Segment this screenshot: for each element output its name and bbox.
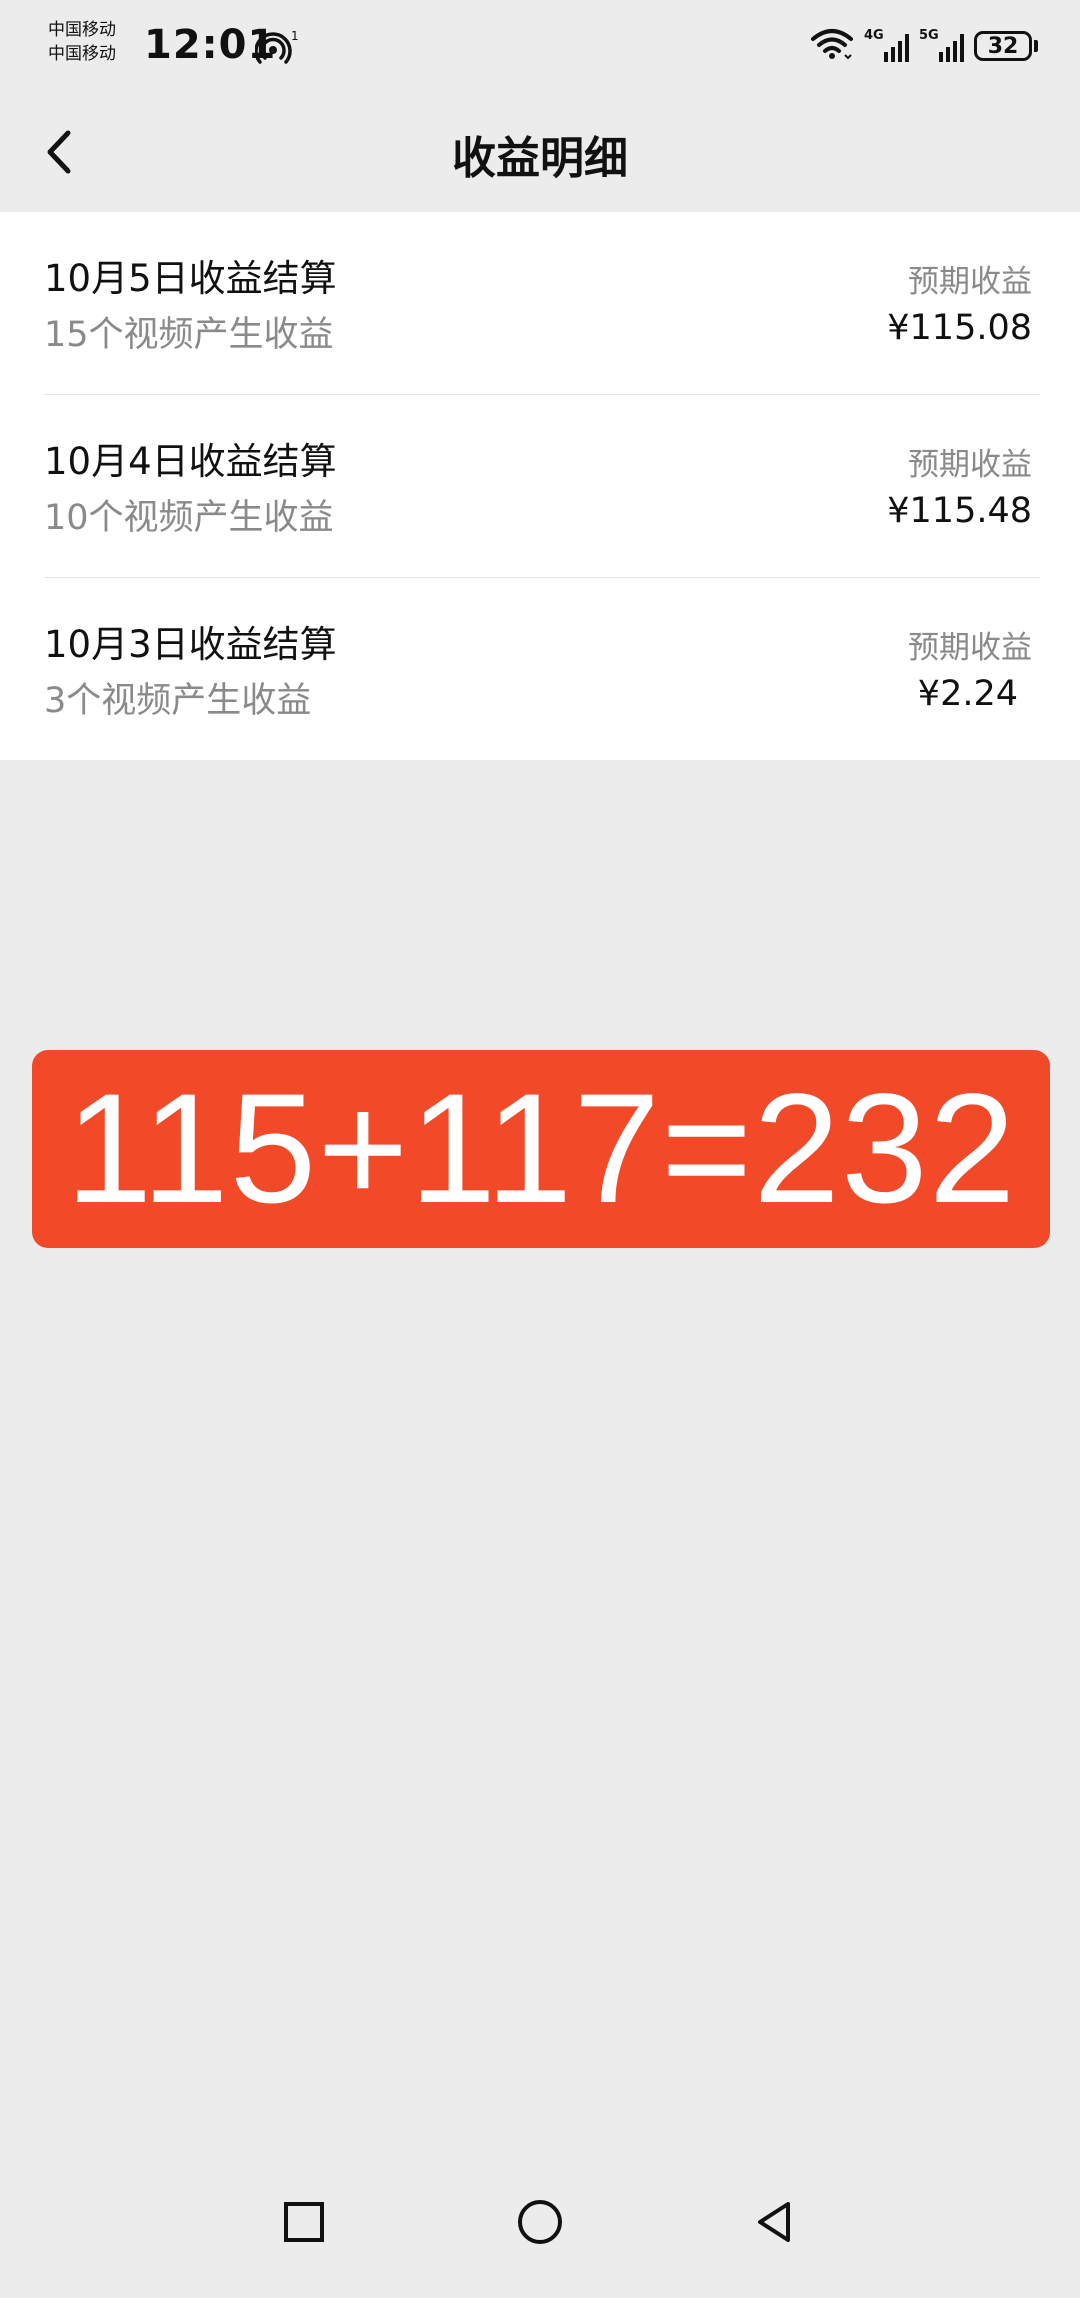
hotspot-icon: 1 bbox=[254, 28, 299, 68]
item-subtitle: 15个视频产生收益 bbox=[44, 315, 334, 355]
page-title: 收益明细 bbox=[452, 133, 628, 184]
status-icons: 4G 5G 32 bbox=[810, 26, 1038, 66]
battery-icon: 32 bbox=[974, 31, 1038, 61]
list-item[interactable]: 10月5日收益结算 15个视频产生收益 预期收益 ¥115.08 bbox=[0, 212, 1080, 395]
sim2-network: 5G bbox=[919, 28, 939, 43]
item-label: 预期收益 bbox=[908, 447, 1032, 483]
triangle-left-icon bbox=[758, 2202, 790, 2242]
item-title: 10月3日收益结算 bbox=[44, 623, 337, 666]
chevron-left-icon bbox=[47, 130, 71, 174]
sim1-network: 4G bbox=[864, 28, 884, 43]
nav-bar: 收益明细 bbox=[0, 92, 1080, 212]
back-nav-button[interactable] bbox=[744, 2192, 804, 2252]
square-icon bbox=[284, 2202, 324, 2242]
back-button[interactable] bbox=[30, 122, 90, 182]
item-amount: ¥2.24 bbox=[917, 674, 1018, 714]
home-button[interactable] bbox=[510, 2192, 570, 2252]
carrier-names: 中国移动 中国移动 bbox=[48, 18, 116, 66]
wifi-icon bbox=[810, 27, 854, 65]
list-item[interactable]: 10月4日收益结算 10个视频产生收益 预期收益 ¥115.48 bbox=[0, 395, 1080, 578]
earnings-list: 10月5日收益结算 15个视频产生收益 预期收益 ¥115.08 10月4日收益… bbox=[0, 212, 1080, 760]
signal-sim2-icon: 5G bbox=[919, 28, 964, 62]
banner-text: 115+117=232 bbox=[65, 1062, 1017, 1236]
signal-sim1-icon: 4G bbox=[864, 28, 909, 62]
carrier-2: 中国移动 bbox=[48, 44, 116, 64]
item-subtitle: 10个视频产生收益 bbox=[44, 498, 334, 538]
item-label: 预期收益 bbox=[908, 630, 1032, 666]
item-label: 预期收益 bbox=[908, 264, 1032, 300]
item-amount: ¥115.08 bbox=[887, 308, 1032, 348]
item-title: 10月5日收益结算 bbox=[44, 257, 337, 300]
sum-banner: 115+117=232 bbox=[32, 1050, 1050, 1248]
circle-icon bbox=[518, 2200, 562, 2244]
item-amount: ¥115.48 bbox=[887, 491, 1032, 531]
item-subtitle: 3个视频产生收益 bbox=[44, 681, 312, 721]
list-item[interactable]: 10月3日收益结算 3个视频产生收益 预期收益 ¥2.24 bbox=[0, 578, 1080, 761]
item-title: 10月4日收益结算 bbox=[44, 440, 337, 483]
system-nav-bar bbox=[0, 2180, 1080, 2298]
battery-level: 32 bbox=[974, 31, 1032, 61]
carrier-1: 中国移动 bbox=[48, 20, 116, 40]
hotspot-badge: 1 bbox=[291, 29, 299, 43]
status-bar: 中国移动 中国移动 12:01 1 4G 5G 32 bbox=[0, 0, 1080, 92]
recent-apps-button[interactable] bbox=[274, 2192, 334, 2252]
